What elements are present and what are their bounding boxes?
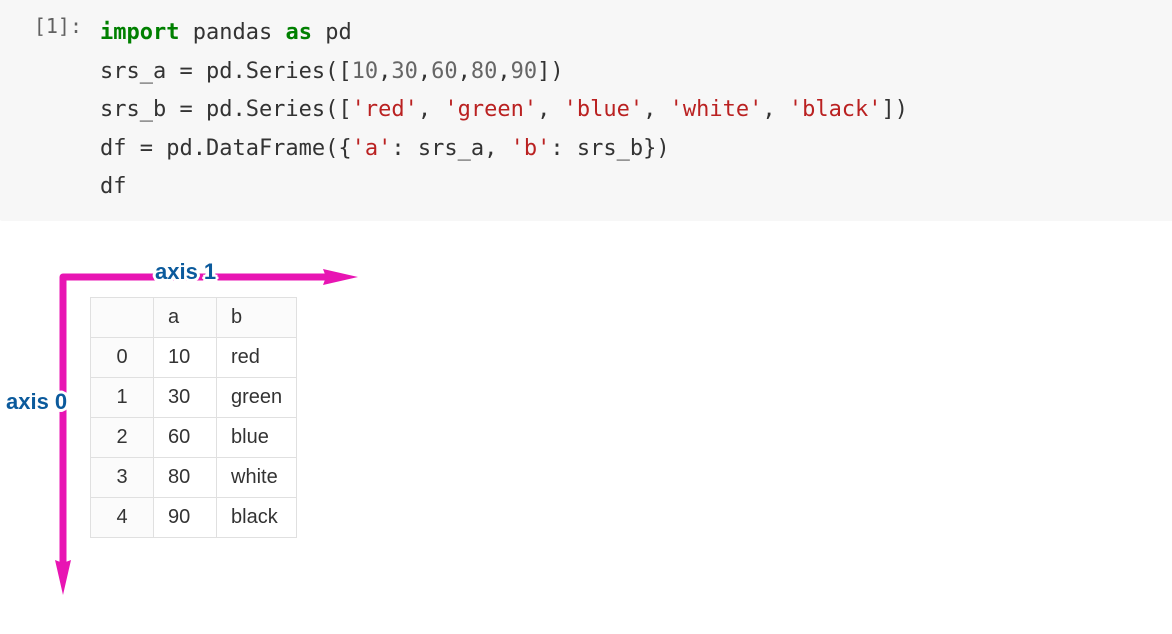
number-literal: 90 (511, 59, 538, 84)
data-cell: 60 (154, 417, 217, 457)
axis1-label: axis 1 (155, 259, 216, 285)
string-literal: 'b' (511, 136, 551, 161)
code-area: import pandas as pd srs_a = pd.Series([1… (88, 14, 1172, 207)
table-row: 4 90 black (91, 497, 297, 537)
number-literal: 60 (431, 59, 458, 84)
data-cell: white (217, 457, 297, 497)
keyword-import: import (100, 20, 179, 45)
prompt-label: [1]: (0, 14, 88, 207)
code-text: df = pd.DataFrame({ (100, 136, 352, 161)
dataframe-table: a b 0 10 red 1 30 green 2 60 blu (90, 297, 297, 538)
data-cell: blue (217, 417, 297, 457)
data-cell: 10 (154, 337, 217, 377)
index-cell: 2 (91, 417, 154, 457)
index-cell: 4 (91, 497, 154, 537)
header-corner (91, 297, 154, 337)
code-text: : srs_b}) (550, 136, 669, 161)
string-literal: 'black' (789, 97, 882, 122)
number-literal: 30 (391, 59, 418, 84)
data-cell: green (217, 377, 297, 417)
index-cell: 0 (91, 337, 154, 377)
module-name: pandas (193, 20, 272, 45)
table-row: 2 60 blue (91, 417, 297, 457)
code-text: ]) (537, 59, 564, 84)
string-literal: 'red' (352, 97, 418, 122)
jupyter-input-cell: [1]: import pandas as pd srs_a = pd.Seri… (0, 0, 1172, 221)
axis0-label: axis 0 (6, 389, 67, 415)
module-alias: pd (325, 20, 352, 45)
string-literal: 'a' (352, 136, 392, 161)
table-row: 3 80 white (91, 457, 297, 497)
table-row: 1 30 green (91, 377, 297, 417)
string-literal: 'green' (444, 97, 537, 122)
number-literal: 80 (471, 59, 498, 84)
number-literal: 10 (352, 59, 379, 84)
index-cell: 3 (91, 457, 154, 497)
code-text: df (100, 174, 127, 199)
output-area: axis 1 axis 0 a b 0 10 red 1 30 (0, 257, 1172, 617)
data-cell: 80 (154, 457, 217, 497)
string-literal: 'blue' (564, 97, 643, 122)
dataframe-table-wrap: a b 0 10 red 1 30 green 2 60 blu (90, 297, 297, 538)
data-cell: 90 (154, 497, 217, 537)
code-text: : srs_a, (391, 136, 510, 161)
keyword-as: as (285, 20, 312, 45)
code-text: srs_b = pd.Series([ (100, 97, 352, 122)
table-row: 0 10 red (91, 337, 297, 377)
index-cell: 1 (91, 377, 154, 417)
axis0-arrow-icon (55, 275, 83, 595)
data-cell: red (217, 337, 297, 377)
data-cell: 30 (154, 377, 217, 417)
column-header: b (217, 297, 297, 337)
code-text: ]) (882, 97, 909, 122)
code-block: import pandas as pd srs_a = pd.Series([1… (100, 14, 1160, 207)
string-literal: 'white' (670, 97, 763, 122)
code-text: srs_a = pd.Series([ (100, 59, 352, 84)
column-header: a (154, 297, 217, 337)
data-cell: black (217, 497, 297, 537)
